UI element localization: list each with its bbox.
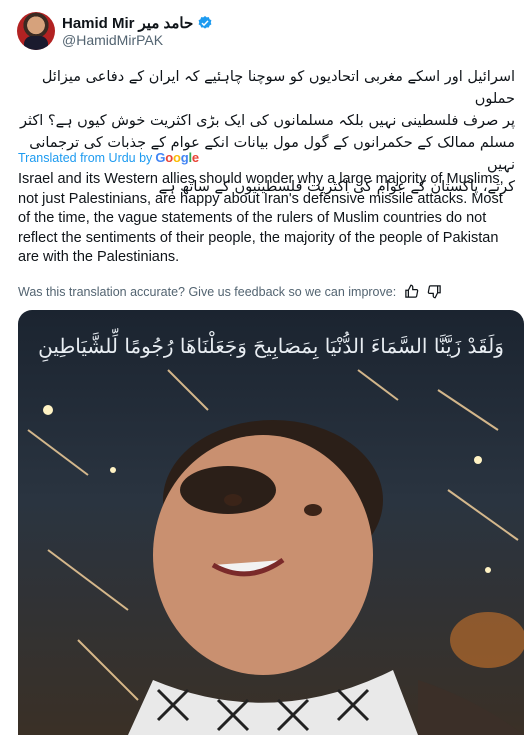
- verified-badge-icon: [198, 16, 212, 29]
- thumbs-down-icon[interactable]: [427, 284, 442, 299]
- urdu-line: پر صرف فلسطینی نہیں بلکہ مسلمانوں کی ایک…: [19, 113, 515, 129]
- translation-feedback: Was this translation accurate? Give us f…: [18, 284, 442, 299]
- quranic-calligraphy: وَلَقَدْ زَيَّنَّا السَّمَاءَ الدُّنْيَا…: [38, 334, 504, 358]
- author-display-name-urdu[interactable]: حامد میر: [139, 14, 194, 32]
- thumbs-up-icon[interactable]: [404, 284, 419, 299]
- author-handle[interactable]: @HamidMirPAK: [62, 32, 163, 48]
- post-image[interactable]: وَلَقَدْ زَيَّنَّا السَّمَاءَ الدُّنْيَا…: [18, 310, 524, 735]
- post-text-english: Israel and its Western allies should won…: [18, 171, 504, 265]
- image-illustration: [27, 369, 524, 735]
- author-name-row[interactable]: Hamid Mir حامد میر: [62, 14, 213, 32]
- translated-from-link[interactable]: Translated from Urdu by: [18, 151, 152, 165]
- author-display-name[interactable]: Hamid Mir: [62, 15, 135, 32]
- urdu-line: اسرائیل اور اسکے مغربی اتحادیوں کو سوچنا…: [41, 69, 515, 107]
- google-logo: Google: [155, 150, 199, 165]
- author-avatar[interactable]: [17, 12, 55, 50]
- translation-attribution[interactable]: Translated from Urdu by Google: [18, 150, 199, 165]
- feedback-prompt: Was this translation accurate? Give us f…: [18, 284, 397, 299]
